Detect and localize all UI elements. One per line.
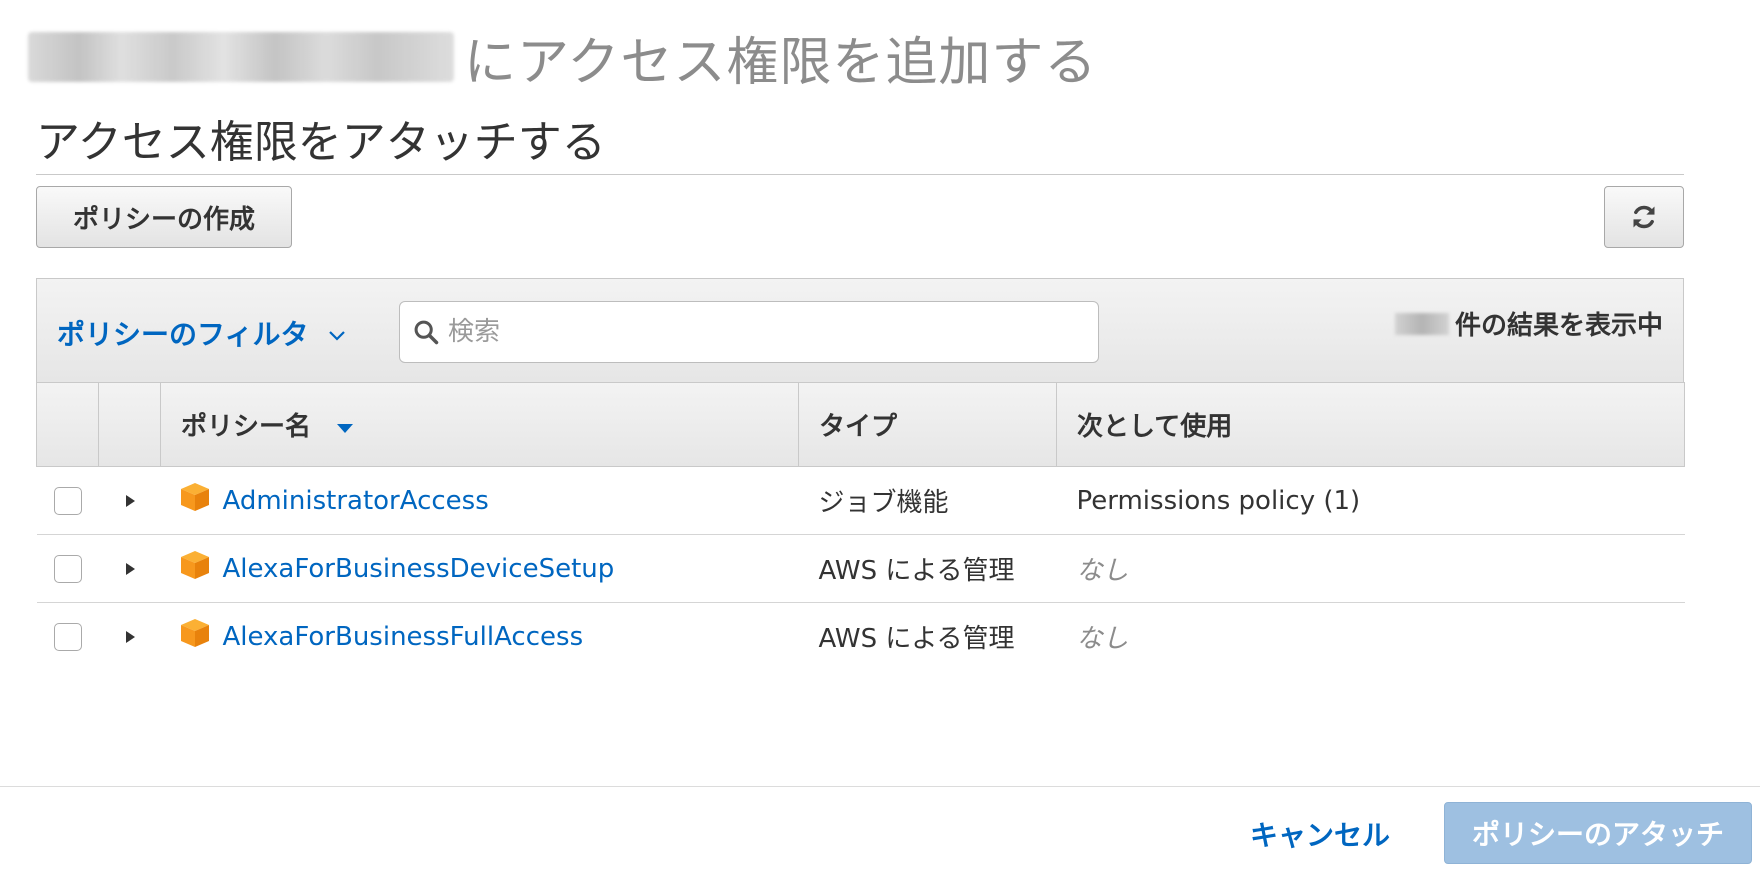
result-count: 件の結果を表示中	[1394, 305, 1663, 342]
policy-name-link[interactable]: AdministratorAccess	[223, 486, 489, 516]
table-row: AlexaForBusinessFullAccess AWS による管理 なし	[37, 603, 1685, 671]
page-title: にアクセス権限を追加する	[28, 22, 1098, 93]
refresh-button[interactable]	[1604, 186, 1684, 248]
row-checkbox[interactable]	[53, 487, 82, 515]
row-expand-cell	[99, 467, 161, 535]
policy-filter-dropdown[interactable]: ポリシーのフィルタ	[57, 313, 346, 353]
search-box	[399, 301, 1099, 363]
expand-caret-icon[interactable]	[124, 561, 136, 577]
footer-divider	[0, 786, 1760, 787]
row-expand-cell	[99, 603, 161, 671]
select-column-header	[36, 382, 99, 467]
column-header-policy-name[interactable]: ポリシー名	[160, 382, 799, 467]
policy-type-cell: AWS による管理	[818, 624, 1015, 655]
column-header-used-as[interactable]: 次として使用	[1056, 382, 1685, 467]
table-row: AdministratorAccess ジョブ機能 Permissions po…	[36, 467, 1685, 535]
row-select-cell	[37, 535, 99, 603]
column-header-label: 次として使用	[1077, 412, 1233, 442]
result-count-text: 件の結果を表示中	[1454, 311, 1663, 341]
attach-policy-button[interactable]: ポリシーのアタッチ	[1444, 802, 1752, 864]
column-header-label: タイプ	[819, 412, 898, 442]
policy-name-link[interactable]: AlexaForBusinessFullAccess	[223, 622, 584, 652]
refresh-icon	[1633, 205, 1655, 229]
row-expand-cell	[99, 535, 161, 603]
chevron-down-icon	[329, 331, 346, 341]
expand-column-header	[98, 382, 161, 467]
policy-box-icon	[179, 481, 211, 513]
row-checkbox[interactable]	[53, 555, 82, 583]
redacted-count	[1394, 312, 1449, 335]
row-select-cell	[37, 603, 99, 671]
policy-name-link[interactable]: AlexaForBusinessDeviceSetup	[223, 554, 615, 584]
expand-caret-icon[interactable]	[124, 493, 136, 509]
policy-type-cell: AWS による管理	[818, 556, 1015, 586]
row-select-cell	[37, 467, 99, 535]
filter-bar: ポリシーのフィルタ 件の結果を表示中	[36, 278, 1684, 382]
policy-used-as-cell: Permissions policy (1)	[1076, 485, 1361, 516]
policy-used-as-cell: なし	[1076, 624, 1129, 655]
table-row: AlexaForBusinessDeviceSetup AWS による管理 なし	[36, 535, 1685, 603]
column-header-type[interactable]: タイプ	[798, 382, 1057, 467]
search-icon	[412, 318, 440, 346]
cancel-button[interactable]: キャンセル	[1250, 814, 1390, 854]
policy-table: ポリシー名 タイプ 次として使用 AdministratorAccess ジョブ…	[36, 382, 1685, 671]
policy-filter-label: ポリシーのフィルタ	[57, 318, 309, 351]
section-title: アクセス権限をアタッチする	[36, 117, 606, 168]
policy-name-cell: AdministratorAccess	[161, 467, 799, 535]
page-title-text: にアクセス権限を追加する	[464, 32, 1098, 93]
policy-name-cell: AlexaForBusinessDeviceSetup	[161, 535, 799, 603]
redacted-user-name	[28, 32, 454, 82]
expand-caret-icon[interactable]	[124, 629, 136, 645]
policy-box-icon	[179, 617, 211, 649]
table-header-row: ポリシー名 タイプ 次として使用	[36, 382, 1685, 467]
row-checkbox[interactable]	[53, 623, 82, 652]
sort-descending-icon	[337, 423, 354, 433]
policy-type-cell: ジョブ機能	[818, 488, 949, 518]
create-policy-button[interactable]: ポリシーの作成	[36, 186, 292, 248]
section-divider	[36, 174, 1684, 175]
policy-box-icon	[179, 549, 211, 581]
policy-table-panel: ポリシーのフィルタ 件の結果を表示中	[36, 278, 1685, 671]
policy-used-as-cell: なし	[1076, 556, 1129, 586]
search-input[interactable]	[448, 317, 1098, 347]
column-header-label: ポリシー名	[181, 412, 312, 442]
policy-name-cell: AlexaForBusinessFullAccess	[161, 603, 799, 671]
